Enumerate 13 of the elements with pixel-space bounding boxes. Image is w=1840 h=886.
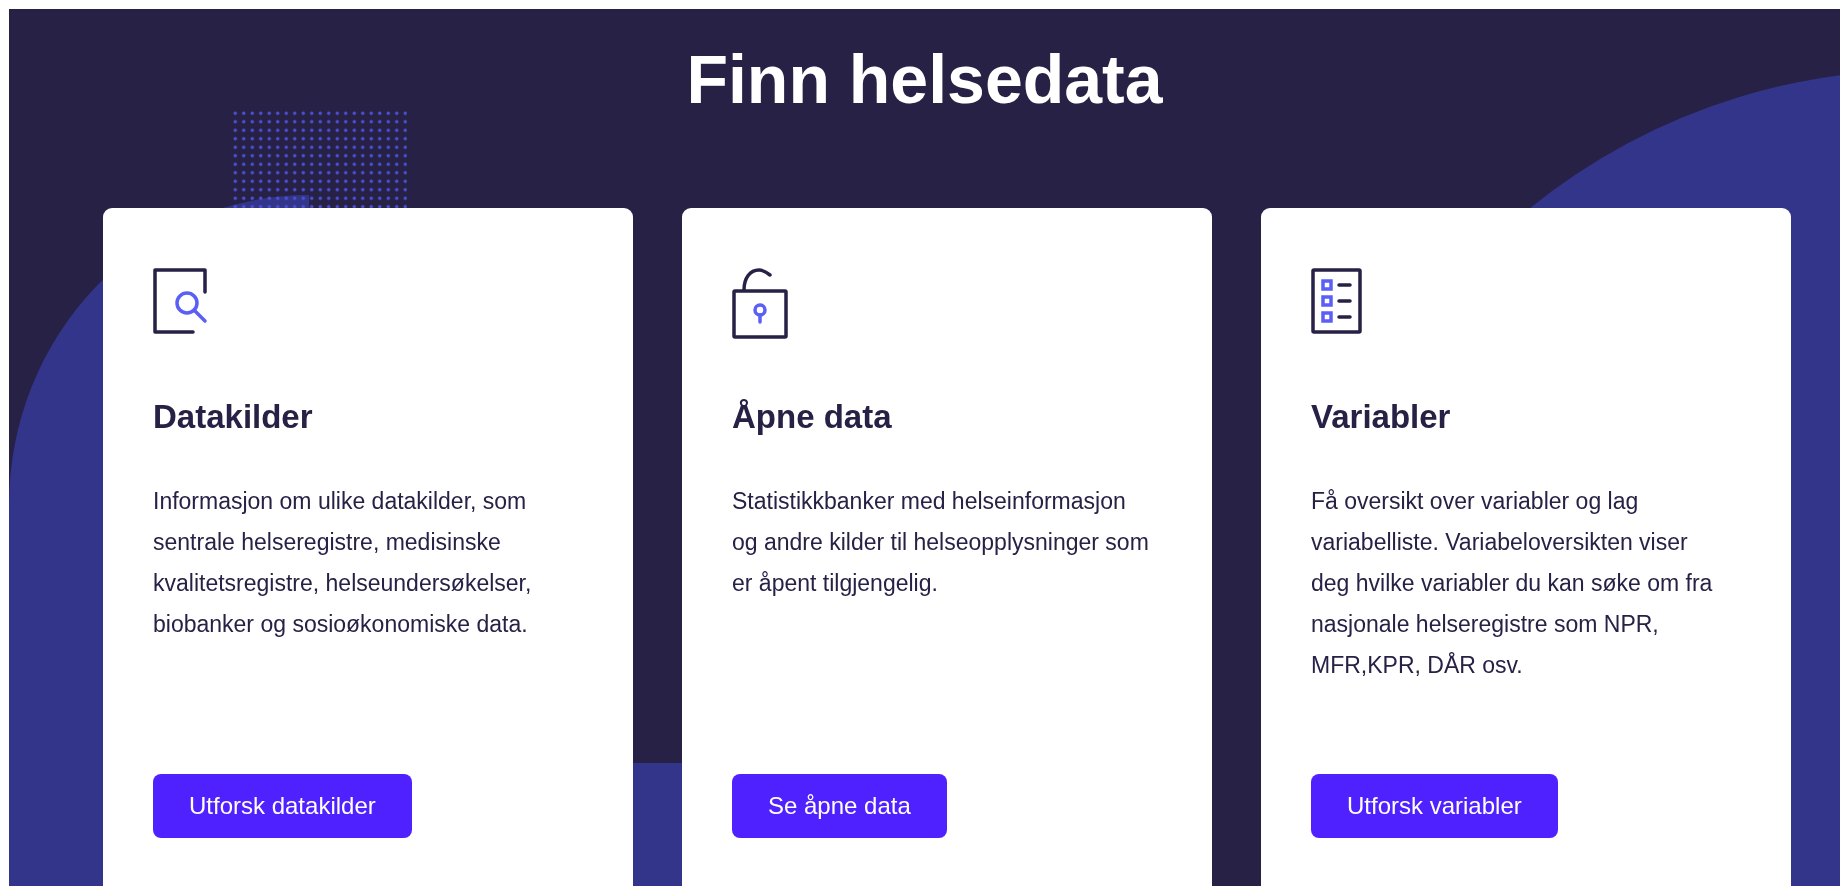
explore-button[interactable]: Utforsk variabler (1311, 774, 1558, 838)
card-description: Statistikkbanker med helseinformasjon og andre kilder til helseopplysninger som er åpent tilgjengelig. (732, 487, 1150, 598)
card-heading: Datakilder (153, 397, 313, 437)
explore-button[interactable]: Se åpne data (732, 774, 947, 838)
card-heading: Variabler (1311, 397, 1451, 437)
padlock-icon (732, 268, 788, 339)
search-document-icon (153, 268, 210, 334)
card-description: Få oversikt over variabler og lag variabelliste. Variabeloversikten viser deg hvilke variabler du kan søke om fra nasjonale helseregistre som NPR, MFR,KPR, DÅR osv. (1311, 487, 1714, 680)
card-heading: Åpne data (732, 397, 892, 437)
card-description: Informasjon om ulike datakilder, som sentrale helseregistre, medisinske kvalitetsregistre, helseundersøkelser, biobanker og sosioøkonomiske data. (153, 487, 533, 639)
page-title: Finn helsedata (685, 40, 1164, 119)
checklist-icon (1311, 268, 1362, 334)
explore-button[interactable]: Utforsk datakilder (153, 774, 412, 838)
